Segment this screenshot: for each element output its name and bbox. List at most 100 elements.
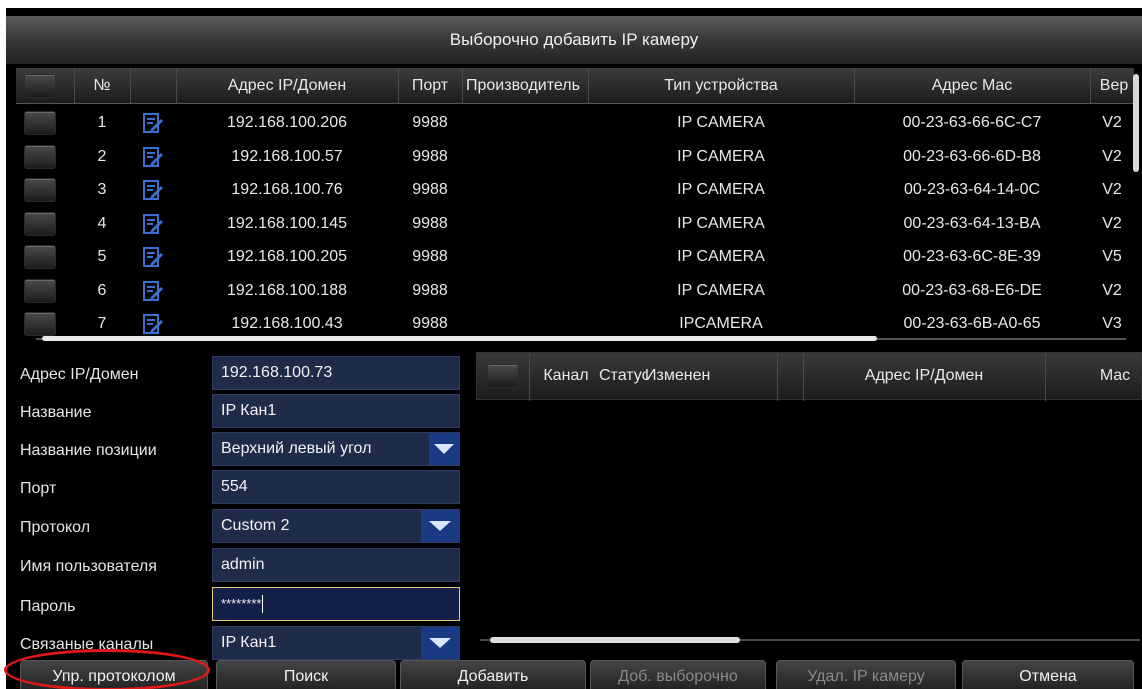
row-checkbox[interactable] xyxy=(24,245,56,269)
edit-icon[interactable] xyxy=(130,240,176,274)
row-checkbox[interactable] xyxy=(24,211,56,236)
camera-table-vertical-scrollbar[interactable] xyxy=(1132,74,1140,324)
search-button[interactable]: Поиск xyxy=(216,660,396,689)
row-device-type: IP CAMERA xyxy=(677,248,765,265)
linked-channels-select[interactable]: IP Кан1 xyxy=(212,626,460,660)
port-label: Порт xyxy=(20,480,57,497)
add-ip-camera-dialog: Выборочно добавить IP камеру № Адрес IP/… xyxy=(6,8,1142,689)
edit-icon[interactable] xyxy=(130,207,176,241)
table-row[interactable]: 4 192.168.100.145 9988 IP CAMERA 00-23-63-64… xyxy=(16,207,1134,241)
col-port: Порт xyxy=(411,76,449,94)
cancel-button[interactable]: Отмена xyxy=(962,660,1134,689)
row-port: 9988 xyxy=(412,181,448,198)
row-device-type: IP CAMERA xyxy=(677,181,765,198)
chevron-down-icon[interactable] xyxy=(421,510,459,542)
password-input[interactable]: ******** xyxy=(212,587,460,621)
row-port: 9988 xyxy=(412,114,448,131)
name-input[interactable]: IP Кан1 xyxy=(212,394,460,428)
row-checkbox[interactable] xyxy=(24,111,56,135)
row-ip: 192.168.100.206 xyxy=(226,114,348,131)
edit-icon[interactable] xyxy=(130,106,176,140)
position-select[interactable]: Верхний левый угол xyxy=(212,432,460,466)
table-row[interactable]: 3 192.168.100.76 9988 IP CAMERA 00-23-63-64-… xyxy=(16,173,1134,207)
row-device-type: IP CAMERA xyxy=(677,214,765,232)
row-number: 2 xyxy=(97,147,107,165)
row-vendor xyxy=(462,140,588,174)
password-value: ******** xyxy=(221,596,262,611)
protocol-value: Custom 2 xyxy=(221,517,290,534)
row-port: 9988 xyxy=(412,214,448,232)
chevron-down-icon[interactable] xyxy=(429,433,459,465)
edit-icon[interactable] xyxy=(130,274,176,308)
row-ip: 192.168.100.188 xyxy=(226,281,348,299)
row-port: 9988 xyxy=(412,281,448,299)
row-vendor xyxy=(462,274,588,308)
row-mac: 00-23-63-66-6C-C7 xyxy=(902,114,1042,131)
dialog-title: Выборочно добавить IP камеру xyxy=(6,16,1142,64)
row-version: V2 xyxy=(1102,114,1122,131)
row-vendor xyxy=(462,173,588,207)
edit-icon[interactable] xyxy=(130,140,176,174)
camera-table-horizontal-scrollbar[interactable] xyxy=(36,336,1126,342)
row-version: V2 xyxy=(1102,281,1122,299)
col-channel: Канал xyxy=(543,367,589,384)
row-ip: 192.168.100.57 xyxy=(231,147,343,165)
row-checkbox-cell xyxy=(20,207,60,241)
row-checkbox[interactable] xyxy=(24,312,56,336)
table-row[interactable]: 2 192.168.100.57 9988 IP CAMERA 00-23-63-66-… xyxy=(16,140,1134,174)
chevron-down-icon[interactable] xyxy=(421,627,459,659)
row-checkbox-cell xyxy=(20,106,60,140)
linked-channels-value: IP Кан1 xyxy=(221,634,277,651)
horizontal-scroll-thumb[interactable] xyxy=(42,336,877,341)
row-number: 5 xyxy=(97,248,107,265)
vertical-scroll-thumb[interactable] xyxy=(1133,74,1139,172)
select-all-checkbox-cell xyxy=(20,68,60,103)
table-row[interactable]: 1 192.168.100.206 9988 IP CAMERA 00-23-63-66… xyxy=(16,106,1134,140)
username-input[interactable]: admin xyxy=(212,548,460,582)
row-mac: 00-23-63-68-E6-DE xyxy=(902,281,1042,299)
position-label: Название позиции xyxy=(20,442,157,459)
row-mac: 00-23-63-66-6D-B8 xyxy=(903,147,1041,165)
row-version: V2 xyxy=(1102,147,1122,165)
col-list-mac: Mac xyxy=(1099,367,1131,384)
add-selected-button[interactable]: Доб. выборочно xyxy=(590,660,766,689)
ip-input[interactable]: 192.168.100.73 xyxy=(212,356,460,390)
camera-table-header: № Адрес IP/Домен Порт Производитель Тип … xyxy=(16,68,1134,104)
highlight-annotation xyxy=(4,649,210,689)
channel-list: Канал Статус Изменен Адрес IP/Домен Mac xyxy=(476,352,1142,648)
col-version: Вер xyxy=(1099,76,1129,94)
row-checkbox[interactable] xyxy=(24,144,56,169)
protocol-select[interactable]: Custom 2 xyxy=(212,509,460,543)
row-mac: 00-23-63-64-14-0C xyxy=(903,181,1041,198)
port-input[interactable]: 554 xyxy=(212,470,460,504)
row-checkbox-cell xyxy=(20,173,60,207)
row-version: V2 xyxy=(1102,181,1122,198)
delete-ip-camera-button[interactable]: Удал. IP камеру xyxy=(776,660,956,689)
row-mac: 00-23-63-64-13-BA xyxy=(903,214,1041,232)
row-vendor xyxy=(462,240,588,274)
row-checkbox[interactable] xyxy=(24,178,56,202)
channel-select-all-checkbox[interactable] xyxy=(487,364,519,388)
row-mac: 00-23-63-6C-8E-39 xyxy=(903,248,1041,265)
edit-icon[interactable] xyxy=(130,173,176,207)
row-number: 6 xyxy=(97,281,107,299)
row-checkbox-cell xyxy=(20,240,60,274)
row-checkbox[interactable] xyxy=(24,278,56,303)
channel-list-header: Канал Статус Изменен Адрес IP/Домен Mac xyxy=(476,352,1142,401)
table-row[interactable]: 5 192.168.100.205 9988 IP CAMERA 00-23-63-6C… xyxy=(16,240,1134,274)
add-button[interactable]: Добавить xyxy=(400,660,586,689)
col-number: № xyxy=(93,76,111,94)
row-ip: 192.168.100.76 xyxy=(231,181,343,198)
protocol-label: Протокол xyxy=(20,519,91,536)
position-value: Верхний левый угол xyxy=(221,440,372,457)
password-label: Пароль xyxy=(20,598,76,615)
select-all-checkbox[interactable] xyxy=(24,73,56,98)
username-label: Имя пользователя xyxy=(20,558,157,575)
channel-list-scroll-thumb[interactable] xyxy=(490,637,740,643)
ip-label: Адрес IP/Домен xyxy=(20,366,139,383)
row-device-type: IP CAMERA xyxy=(677,147,765,165)
row-number: 3 xyxy=(97,181,107,198)
col-list-ip: Адрес IP/Домен xyxy=(864,367,984,384)
channel-list-horizontal-scrollbar[interactable] xyxy=(480,636,1140,644)
table-row[interactable]: 6 192.168.100.188 9988 IP CAMERA 00-23-63-68… xyxy=(16,274,1134,308)
